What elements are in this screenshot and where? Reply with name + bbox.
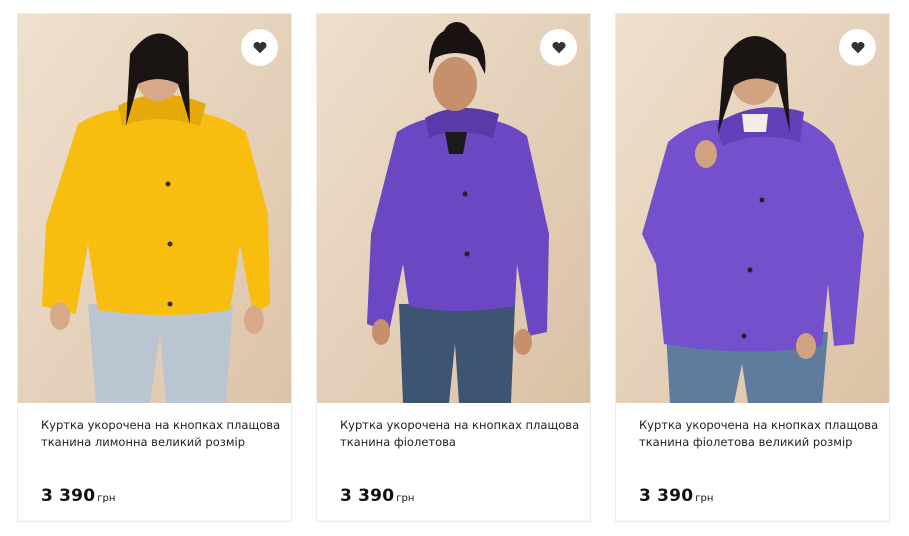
heart-icon xyxy=(252,41,267,54)
price-amount: 3 390 xyxy=(340,486,395,506)
price-currency: грн xyxy=(396,493,415,504)
heart-icon xyxy=(551,41,566,54)
favorite-button[interactable] xyxy=(839,29,876,66)
product-card[interactable]: Куртка укорочена на кнопках плащова ткан… xyxy=(316,13,591,522)
price-amount: 3 390 xyxy=(639,486,694,506)
favorite-button[interactable] xyxy=(241,29,278,66)
product-photo[interactable] xyxy=(616,14,889,403)
product-title[interactable]: Куртка укорочена на кнопках плащова ткан… xyxy=(340,417,580,451)
product-grid: Куртка укорочена на кнопках плащова ткан… xyxy=(0,0,909,536)
product-price: 3 390 грн xyxy=(340,486,414,506)
product-photo[interactable] xyxy=(18,14,291,403)
price-currency: грн xyxy=(695,493,714,504)
product-photo[interactable] xyxy=(317,14,590,403)
product-price: 3 390 грн xyxy=(639,486,713,506)
product-price: 3 390 грн xyxy=(41,486,115,506)
heart-icon xyxy=(850,41,865,54)
product-card[interactable]: Куртка укорочена на кнопках плащова ткан… xyxy=(17,13,292,522)
product-card[interactable]: Куртка укорочена на кнопках плащова ткан… xyxy=(615,13,890,522)
price-currency: грн xyxy=(97,493,116,504)
product-title[interactable]: Куртка укорочена на кнопках плащова ткан… xyxy=(41,417,281,451)
favorite-button[interactable] xyxy=(540,29,577,66)
product-title[interactable]: Куртка укорочена на кнопках плащова ткан… xyxy=(639,417,879,451)
price-amount: 3 390 xyxy=(41,486,96,506)
